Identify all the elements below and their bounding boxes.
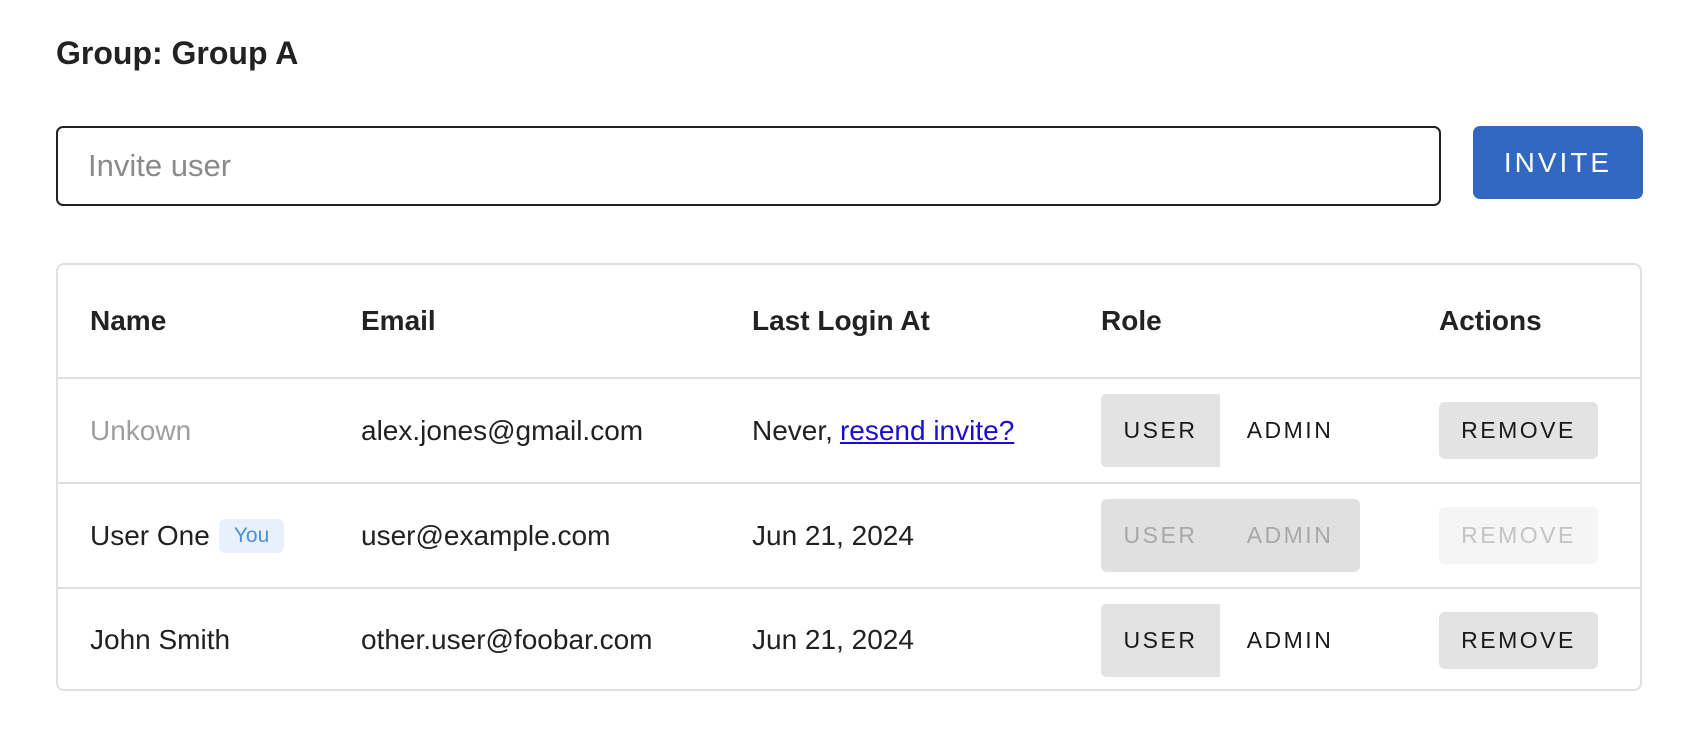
group-page: Group: Group A INVITE Name Email Last Lo… — [0, 0, 1686, 752]
table-header-row: Name Email Last Login At Role Actions — [58, 265, 1640, 379]
actions-cell: REMOVE — [1439, 484, 1598, 587]
name-cell: User One You — [90, 484, 285, 587]
last-login-never: Never, — [752, 414, 833, 446]
role-cell: USER ADMIN — [1101, 484, 1360, 587]
last-login-date: Jun 21, 2024 — [752, 624, 914, 655]
role-admin-button: ADMIN — [1220, 499, 1360, 572]
you-badge: You — [218, 518, 285, 553]
remove-button[interactable]: REMOVE — [1439, 402, 1598, 459]
column-header-last-login: Last Login At — [752, 305, 930, 336]
email-cell: other.user@foobar.com — [361, 589, 652, 691]
role-user-button: USER — [1101, 499, 1220, 572]
role-toggle: USER ADMIN — [1101, 499, 1360, 572]
name-cell: John Smith — [90, 589, 230, 691]
member-name: User One — [90, 519, 210, 551]
column-header-actions: Actions — [1439, 305, 1542, 336]
remove-button: REMOVE — [1439, 507, 1598, 564]
column-header-name: Name — [90, 305, 167, 336]
role-cell: USER ADMIN — [1101, 589, 1360, 691]
member-name: Unkown — [90, 414, 192, 446]
column-header-email: Email — [361, 305, 436, 336]
last-login-cell: Never, resend invite? — [752, 379, 1014, 482]
page-title: Group: Group A — [56, 35, 299, 71]
member-email: other.user@foobar.com — [361, 624, 653, 655]
member-email: alex.jones@gmail.com — [361, 414, 644, 446]
remove-button[interactable]: REMOVE — [1439, 611, 1598, 669]
last-login-cell: Jun 21, 2024 — [752, 589, 914, 691]
role-toggle: USER ADMIN — [1101, 394, 1360, 467]
role-user-button[interactable]: USER — [1101, 394, 1220, 467]
table-row: Unkown alex.jones@gmail.com Never, resen… — [58, 379, 1640, 484]
role-user-button[interactable]: USER — [1101, 603, 1220, 677]
members-table: Name Email Last Login At Role Actions Un… — [56, 263, 1642, 691]
table-row: John Smith other.user@foobar.com Jun 21,… — [58, 589, 1640, 691]
role-toggle: USER ADMIN — [1101, 603, 1360, 677]
role-admin-button[interactable]: ADMIN — [1220, 394, 1360, 467]
actions-cell: REMOVE — [1439, 379, 1598, 482]
role-cell: USER ADMIN — [1101, 379, 1360, 482]
column-header-role: Role — [1101, 305, 1162, 336]
role-admin-button[interactable]: ADMIN — [1220, 604, 1360, 677]
last-login-cell: Jun 21, 2024 — [752, 484, 914, 587]
name-cell: Unkown — [90, 379, 191, 482]
invite-button[interactable]: INVITE — [1473, 126, 1643, 199]
resend-invite-link[interactable]: resend invite? — [840, 415, 1014, 447]
last-login-date: Jun 21, 2024 — [752, 519, 914, 551]
invite-row: INVITE — [56, 126, 1643, 206]
member-email: user@example.com — [361, 519, 611, 551]
member-name: John Smith — [90, 624, 231, 655]
invite-user-input[interactable] — [56, 126, 1441, 206]
email-cell: alex.jones@gmail.com — [361, 379, 643, 482]
email-cell: user@example.com — [361, 484, 610, 587]
table-row: User One You user@example.com Jun 21, 20… — [58, 484, 1640, 589]
actions-cell: REMOVE — [1439, 589, 1598, 691]
